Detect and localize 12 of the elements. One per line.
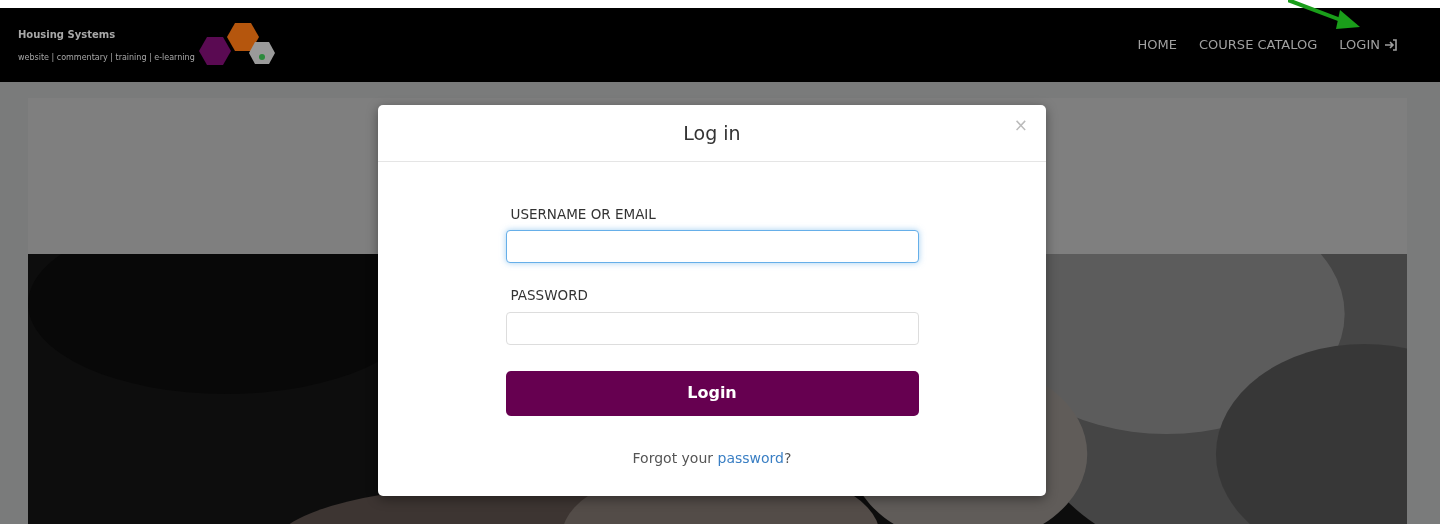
brand-title[interactable]: Housing Systems bbox=[18, 26, 195, 42]
brand-tagline: website | commentary | training | e-learning bbox=[18, 51, 195, 64]
nav-link[interactable]: HOME bbox=[1137, 35, 1177, 55]
forgot-password-text: Forgot your password? bbox=[631, 448, 793, 468]
nav-link[interactable]: COURSE CATALOG bbox=[1199, 35, 1318, 55]
login-button[interactable]: Login bbox=[505, 370, 919, 416]
nav-link[interactable]: LOGIN bbox=[1339, 35, 1398, 55]
input-field[interactable] bbox=[505, 230, 919, 264]
password-link[interactable]: password bbox=[717, 449, 784, 466]
field-label: PASSWORD bbox=[510, 286, 589, 306]
field-label: USERNAME OR EMAIL bbox=[510, 205, 657, 224]
dialog-title: Log in bbox=[683, 121, 741, 145]
